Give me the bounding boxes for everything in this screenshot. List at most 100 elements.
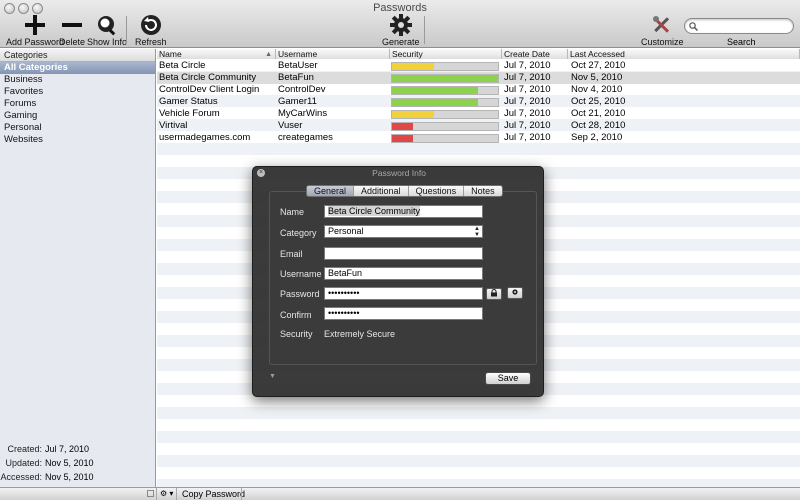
cell-create-date: Jul 7, 2010: [504, 60, 551, 71]
plus-icon: [25, 14, 46, 36]
cell-username: ControlDev: [278, 84, 326, 95]
cell-name: Gamer Status: [159, 96, 218, 107]
password-info-panel: × Password Info General Additional Quest…: [252, 166, 544, 397]
email-field[interactable]: [324, 247, 483, 260]
created-label: Created:: [7, 444, 42, 454]
cell-last-accessed: Oct 28, 2010: [571, 120, 626, 131]
categories-sidebar: Categories All Categories Business Favor…: [0, 49, 156, 487]
sidebar-item-business[interactable]: Business: [0, 74, 155, 86]
cell-create-date: Jul 7, 2010: [504, 132, 551, 143]
cell-last-accessed: Oct 25, 2010: [571, 96, 626, 107]
save-button[interactable]: Save: [485, 372, 531, 385]
cell-last-accessed: Oct 21, 2010: [571, 108, 626, 119]
magnifier-icon: [96, 14, 118, 36]
generate-password-button[interactable]: [507, 287, 523, 299]
delete-button[interactable]: Delete: [59, 14, 85, 47]
cell-username: Gamer11: [278, 96, 317, 107]
username-field[interactable]: BetaFun: [324, 267, 483, 280]
window-title: Passwords: [373, 2, 427, 14]
search-label: Search: [727, 37, 756, 47]
sidebar-item-favorites[interactable]: Favorites: [0, 86, 155, 98]
refresh-button[interactable]: Refresh: [135, 14, 167, 47]
security-meter-fill: [392, 135, 414, 142]
cell-username: Vuser: [278, 120, 303, 131]
cell-create-date: Jul 7, 2010: [504, 84, 551, 95]
toolbar-separator: [424, 16, 425, 44]
sidebar-item-websites[interactable]: Websites: [0, 134, 155, 146]
sidebar-item-forums[interactable]: Forums: [0, 98, 155, 110]
generate-button[interactable]: Generate: [382, 14, 420, 47]
tab-notes[interactable]: Notes: [464, 186, 502, 196]
cell-username: MyCarWins: [278, 108, 328, 119]
chevron-updown-icon[interactable]: ▲ ▼: [472, 225, 483, 238]
gear-icon: [389, 14, 412, 36]
accessed-value: Nov 5, 2010: [45, 472, 94, 482]
show-info-button[interactable]: Show Info: [87, 14, 127, 47]
cell-username: BetaUser: [278, 60, 318, 71]
security-meter: [391, 110, 499, 119]
cell-create-date: Jul 7, 2010: [504, 108, 551, 119]
security-meter: [391, 86, 499, 95]
security-meter: [391, 74, 499, 83]
security-meter: [391, 122, 499, 131]
table-row[interactable]: Virtival Vuser Jul 7, 2010 Oct 28, 2010: [157, 120, 800, 132]
password-field[interactable]: ••••••••••: [324, 287, 483, 300]
confirm-field[interactable]: ••••••••••: [324, 307, 483, 320]
copy-password-button[interactable]: Copy Password: [182, 489, 245, 499]
gear-icon: [512, 289, 518, 295]
table-row[interactable]: Beta Circle BetaUser Jul 7, 2010 Oct 27, 20…: [157, 60, 800, 72]
table-row[interactable]: Beta Circle Community BetaFun Jul 7, 2010 N…: [157, 72, 800, 84]
customize-button[interactable]: Customize: [641, 14, 684, 47]
tab-additional[interactable]: Additional: [354, 186, 409, 196]
resize-handle-icon[interactable]: [147, 490, 154, 497]
lock-icon: [491, 289, 497, 297]
cell-name: Vehicle Forum: [159, 108, 220, 119]
sidebar-item-gaming[interactable]: Gaming: [0, 110, 155, 122]
username-label: Username: [280, 269, 322, 279]
security-meter-fill: [392, 99, 478, 106]
security-value: Extremely Secure: [324, 329, 396, 339]
sidebar-item-personal[interactable]: Personal: [0, 122, 155, 134]
updated-label: Updated:: [5, 458, 42, 468]
cell-last-accessed: Sep 2, 2010: [571, 132, 623, 143]
toolbar-separator: [126, 16, 127, 44]
bottom-bar: ⚙ ▾ Copy Password: [0, 487, 800, 500]
table-row[interactable]: Vehicle Forum MyCarWins Jul 7, 2010 Oct 21,…: [157, 108, 800, 120]
security-meter: [391, 62, 499, 71]
name-field[interactable]: Beta Circle Community: [324, 205, 483, 218]
lock-toggle-button[interactable]: [486, 288, 502, 300]
action-menu-button[interactable]: ⚙ ▾: [160, 489, 173, 498]
security-meter-fill: [392, 63, 435, 70]
tab-questions[interactable]: Questions: [409, 186, 465, 196]
table-row[interactable]: usermadegames.com creategames Jul 7, 2010 S…: [157, 132, 800, 144]
table-row[interactable]: Gamer Status Gamer11 Jul 7, 2010 Oct 25, 20…: [157, 96, 800, 108]
cell-create-date: Jul 7, 2010: [504, 96, 551, 107]
cell-name: Virtival: [159, 120, 188, 131]
cell-name: ControlDev Client Login: [159, 84, 260, 95]
cell-username: creategames: [278, 132, 333, 143]
add-password-button[interactable]: Add Password: [6, 14, 64, 47]
category-select[interactable]: Personal: [324, 225, 476, 238]
updated-value: Nov 5, 2010: [45, 458, 94, 468]
search-field[interactable]: [684, 18, 794, 34]
accessed-label: Accessed:: [0, 472, 42, 482]
disclosure-triangle-icon[interactable]: ▼: [269, 373, 276, 380]
sidebar-item-all-categories[interactable]: All Categories: [0, 62, 155, 74]
security-meter-fill: [392, 87, 478, 94]
name-label: Name: [280, 207, 305, 217]
cell-username: BetaFun: [278, 72, 314, 83]
security-meter: [391, 134, 499, 143]
tab-general[interactable]: General: [307, 186, 355, 196]
security-meter-fill: [392, 123, 414, 130]
cell-name: usermadegames.com: [159, 132, 251, 143]
security-meter-fill: [392, 75, 498, 82]
security-meter: [391, 98, 499, 107]
minus-icon: [62, 14, 82, 36]
entry-info: Created: Jul 7, 2010 Updated: Nov 5, 2010 …: [0, 442, 155, 484]
window-toolbar: Passwords Add Password Delete Show Info …: [0, 0, 800, 48]
cell-last-accessed: Nov 5, 2010: [571, 72, 623, 83]
table-row[interactable]: ControlDev Client Login ControlDev Jul 7, …: [157, 84, 800, 96]
cell-name: Beta Circle: [159, 60, 206, 71]
confirm-label: Confirm: [280, 310, 312, 320]
tools-icon: [651, 14, 673, 36]
